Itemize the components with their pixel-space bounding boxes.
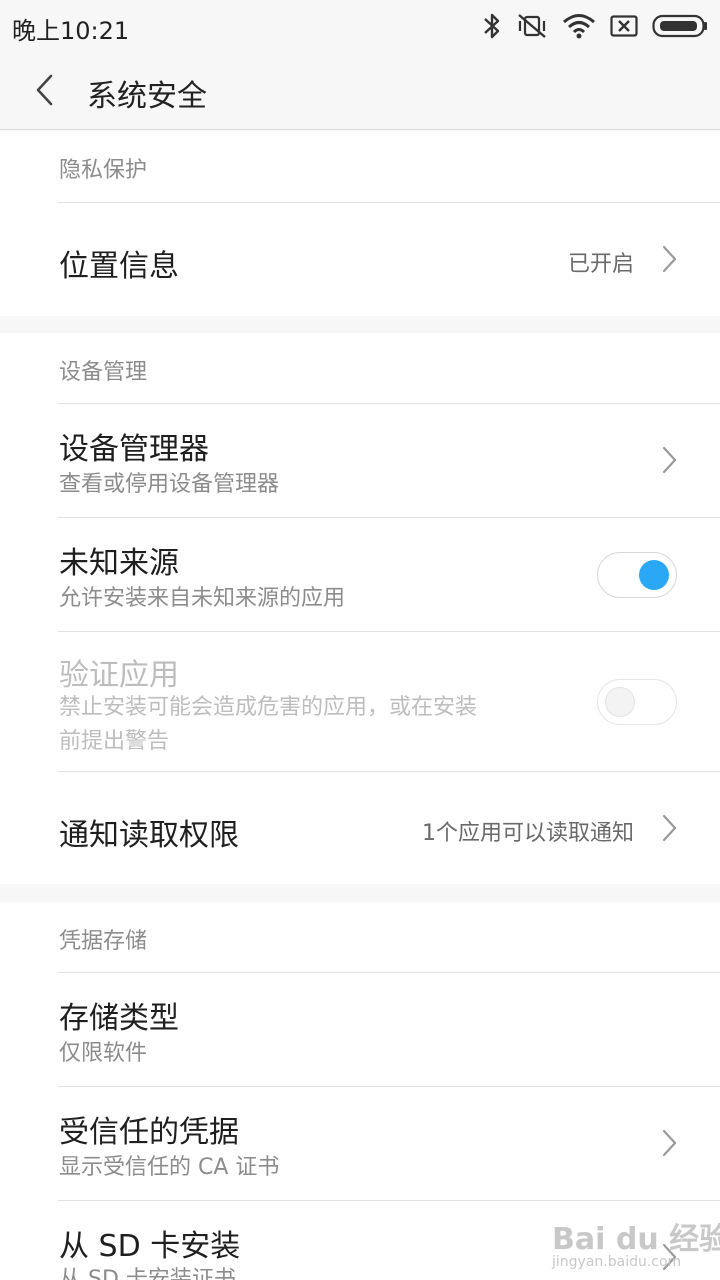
install-from-sd-title: 从 SD 卡安装	[59, 1229, 241, 1264]
status-icons	[482, 10, 708, 42]
device-admin-subtitle: 查看或停用设备管理器	[59, 472, 280, 497]
section-header-device: 设备管理	[59, 360, 148, 385]
title-bar: 系统安全	[0, 54, 720, 130]
toggle-knob	[605, 687, 635, 717]
watermark: Bai du 经验 jingyan.baidu.com	[552, 1214, 720, 1274]
install-from-sd-subtitle: 从 SD 卡安装证书	[59, 1267, 236, 1280]
trusted-credentials-subtitle: 显示受信任的 CA 证书	[59, 1155, 280, 1180]
verify-apps-toggle[interactable]	[597, 679, 677, 725]
notification-access-title: 通知读取权限	[59, 818, 239, 853]
notification-access-row[interactable]: 通知读取权限 1个应用可以读取通知	[0, 772, 720, 884]
chevron-left-icon	[33, 73, 55, 111]
unknown-sources-subtitle: 允许安装来自未知来源的应用	[59, 586, 346, 611]
watermark-sub: jingyan.baidu.com	[552, 1254, 682, 1270]
chevron-right-icon	[658, 1127, 682, 1159]
chevron-right-icon	[658, 243, 682, 275]
chevron-right-icon	[658, 812, 682, 844]
bluetooth-icon	[482, 12, 502, 40]
section-device: 设备管理 设备管理器 查看或停用设备管理器 未知来源 允许安装来自未知来源的应用…	[0, 333, 720, 884]
status-time: 晚上10:21	[12, 17, 130, 45]
device-admin-row[interactable]: 设备管理器 查看或停用设备管理器	[0, 404, 720, 517]
storage-type-subtitle: 仅限软件	[59, 1041, 148, 1066]
watermark-text: Bai du 经验	[552, 1222, 720, 1257]
toggle-knob	[639, 560, 669, 590]
location-title: 位置信息	[59, 249, 179, 284]
verify-apps-title: 验证应用	[59, 658, 179, 693]
verify-apps-subtitle-line2: 前提出警告	[59, 729, 170, 754]
verify-apps-subtitle-line1: 禁止安装可能会造成危害的应用，或在安装	[59, 695, 478, 720]
unknown-sources-toggle[interactable]	[597, 552, 677, 598]
status-bar: 晚上10:21	[0, 0, 720, 54]
trusted-credentials-title: 受信任的凭据	[59, 1115, 239, 1150]
back-button[interactable]	[22, 70, 66, 114]
chevron-right-icon	[658, 444, 682, 476]
verify-apps-row[interactable]: 验证应用 禁止安装可能会造成危害的应用，或在安装 前提出警告	[0, 632, 720, 771]
unknown-sources-row[interactable]: 未知来源 允许安装来自未知来源的应用	[0, 518, 720, 631]
device-admin-title: 设备管理器	[59, 432, 209, 467]
notification-access-value: 1个应用可以读取通知	[422, 821, 634, 846]
section-header-privacy: 隐私保护	[59, 158, 148, 183]
storage-type-title: 存储类型	[59, 1001, 179, 1036]
trusted-credentials-row[interactable]: 受信任的凭据 显示受信任的 CA 证书	[0, 1087, 720, 1200]
battery-icon	[652, 14, 708, 38]
section-privacy: 隐私保护 位置信息 已开启	[0, 131, 720, 316]
wifi-icon	[562, 13, 596, 39]
no-sim-icon	[610, 15, 638, 37]
location-row[interactable]: 位置信息 已开启	[0, 203, 720, 316]
mute-vibrate-icon	[516, 12, 548, 40]
storage-type-row[interactable]: 存储类型 仅限软件	[0, 973, 720, 1086]
section-header-credentials: 凭据存储	[59, 929, 148, 954]
location-value: 已开启	[567, 252, 634, 277]
page-title: 系统安全	[87, 79, 207, 114]
unknown-sources-title: 未知来源	[59, 546, 179, 581]
